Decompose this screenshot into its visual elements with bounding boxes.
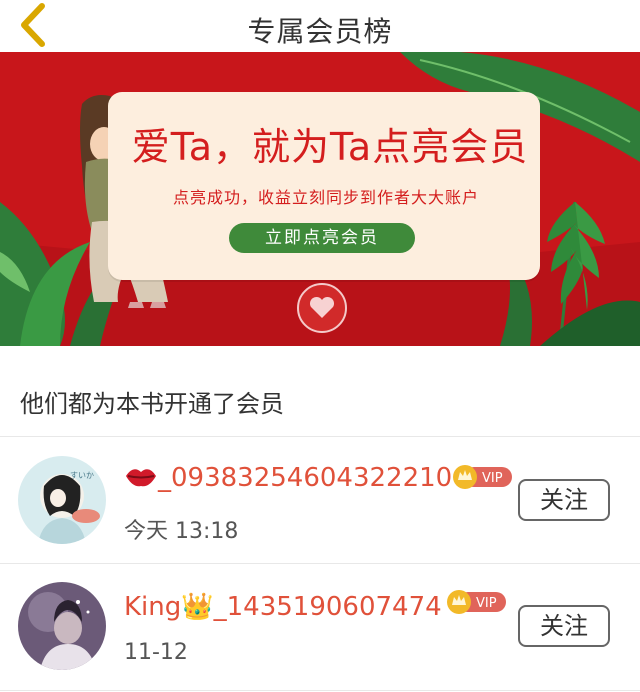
vip-badge: VIP (446, 588, 508, 616)
crown-vip-icon: VIP (453, 465, 512, 489)
svg-text:すいか: すいか (70, 471, 94, 480)
crown-vip-icon: VIP (447, 590, 506, 614)
follow-button[interactable]: 关注 (518, 479, 610, 521)
avatar-image: すいか (18, 456, 106, 544)
vip-badge-text: VIP (482, 471, 503, 486)
header-bar: 专属会员榜 (0, 0, 640, 56)
banner-subtitle: 点亮成功，收益立刻同步到作者大大账户 (172, 188, 479, 207)
promo-banner[interactable]: 爱Ta，就为Ta点亮会员 点亮成功，收益立刻同步到作者大大账户 立即点亮会员 (0, 52, 640, 346)
member-time: 今天 13:18 (124, 519, 239, 544)
avatar-image (18, 582, 106, 670)
avatar[interactable]: すいか (18, 456, 106, 544)
divider (0, 690, 640, 691)
member-row[interactable]: すいか _09383254604322210 VIP 今天 13:18 关注 (0, 437, 640, 563)
section-title: 他们都为本书开通了会员 (20, 390, 284, 418)
vip-badge: VIP (452, 463, 514, 491)
member-name[interactable]: _09383254604322210 (124, 463, 452, 493)
follow-button[interactable]: 关注 (518, 605, 610, 647)
vip-badge-text: VIP (476, 596, 497, 611)
page-title: 专属会员榜 (247, 15, 393, 48)
light-up-membership-button[interactable]: 立即点亮会员 (229, 223, 415, 253)
lips-icon (126, 469, 156, 487)
member-row[interactable]: King👑_1435190607474 VIP 11-12 关注 (0, 564, 640, 690)
member-name[interactable]: King👑_1435190607474 (124, 592, 442, 622)
banner-headline: 爱Ta，就为Ta点亮会员 (131, 125, 529, 169)
member-time: 11-12 (124, 640, 188, 665)
avatar[interactable] (18, 582, 106, 670)
